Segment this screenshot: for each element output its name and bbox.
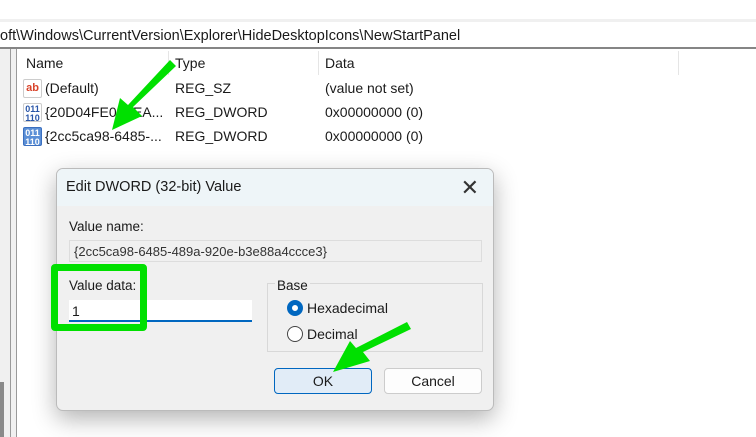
key-tree-pane[interactable] (0, 49, 11, 437)
binary-value-icon: 011 110 (23, 103, 42, 123)
value-type: REG_DWORD (175, 128, 268, 144)
base-group (267, 283, 483, 352)
value-name-label: Value name: (69, 219, 144, 234)
list-item-selected[interactable]: 011 110 {2cc5ca98-6485-... REG_DWORD 0x0… (18, 125, 756, 149)
dialog-title-bar[interactable]: Edit DWORD (32-bit) Value ✕ (57, 169, 493, 206)
value-data: 0x00000000 (0) (325, 104, 424, 120)
value-data: (value not set) (325, 80, 414, 96)
address-path: oft\Windows\CurrentVersion\Explorer\Hide… (0, 28, 461, 44)
column-divider[interactable] (678, 51, 679, 75)
hexadecimal-radio[interactable] (287, 300, 303, 316)
dialog-title: Edit DWORD (32-bit) Value (66, 179, 242, 195)
column-header-data[interactable]: Data (325, 55, 355, 71)
cancel-button[interactable]: Cancel (384, 368, 482, 394)
decimal-radio[interactable] (287, 326, 303, 342)
column-header-name[interactable]: Name (26, 55, 63, 71)
value-name-field: {2cc5ca98-6485-489a-920e-b3e88a4ccce3} (69, 240, 482, 262)
string-value-icon: ab (23, 79, 42, 98)
pane-splitter[interactable] (11, 49, 17, 437)
value-name: (Default) (45, 80, 99, 96)
column-divider[interactable] (168, 51, 169, 75)
column-header-type[interactable]: Type (175, 55, 205, 71)
decimal-label[interactable]: Decimal (307, 326, 358, 342)
value-type: REG_DWORD (175, 104, 268, 120)
address-bar[interactable]: oft\Windows\CurrentVersion\Explorer\Hide… (0, 25, 756, 49)
value-type: REG_SZ (175, 80, 232, 96)
binary-value-icon: 011 110 (23, 127, 42, 147)
tree-scrollbar[interactable] (0, 382, 4, 437)
value-data: 0x00000000 (0) (325, 128, 424, 144)
column-divider[interactable] (318, 51, 319, 75)
list-item[interactable]: 011 110 {20D04FE0-...EA... REG_DWORD 0x0… (18, 101, 756, 125)
value-data-highlight (51, 264, 147, 331)
value-name: {20D04FE0-...EA... (45, 104, 164, 120)
list-header: Name Type Data (18, 49, 756, 75)
close-icon[interactable]: ✕ (461, 175, 479, 201)
hexadecimal-label[interactable]: Hexadecimal (307, 300, 388, 316)
list-item[interactable]: ab (Default) REG_SZ (value not set) (18, 77, 756, 101)
top-bar (0, 0, 756, 22)
ok-button[interactable]: OK (274, 368, 372, 394)
value-name: {2cc5ca98-6485-... (45, 128, 162, 144)
base-label: Base (275, 278, 310, 293)
